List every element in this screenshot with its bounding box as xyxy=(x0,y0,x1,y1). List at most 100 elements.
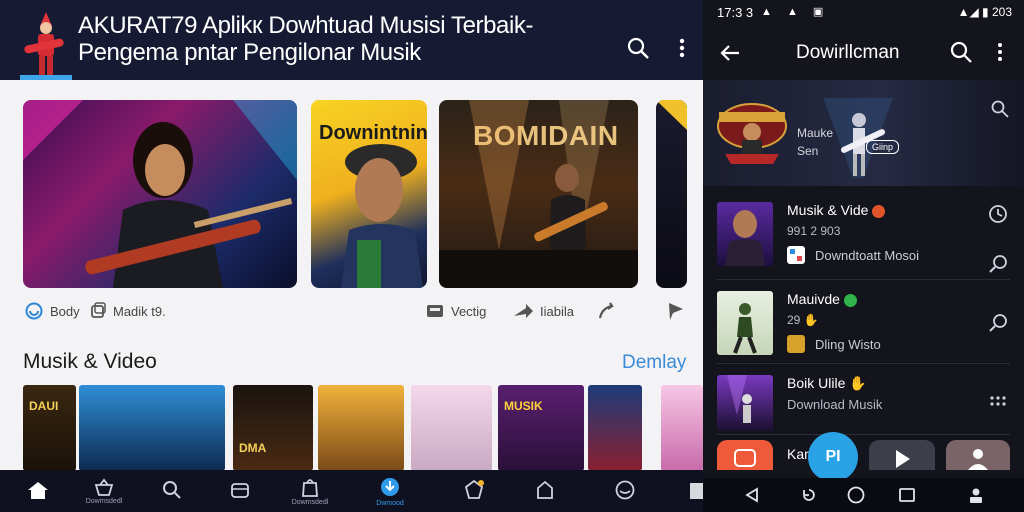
search-icon[interactable] xyxy=(626,36,650,60)
action-row: Body Madik t9. Vectig Iiabila xyxy=(0,298,703,324)
account-icon[interactable] xyxy=(967,486,985,504)
app-logo-icon xyxy=(787,246,805,264)
item-thumbnail xyxy=(717,291,773,355)
singer-thumbnail-icon xyxy=(725,210,765,266)
chat-icon xyxy=(615,480,635,500)
nav-downloaded[interactable]: Dwmood xyxy=(354,470,426,512)
home-outline-icon xyxy=(537,480,553,499)
page-title: AKURAT79 Aplikк Dowhtuad Musisi Terbaik-… xyxy=(78,12,534,66)
action-vectig[interactable]: Vectig xyxy=(425,298,486,324)
nav-label: Dowmsdedl xyxy=(291,498,329,506)
back-arrow-icon[interactable] xyxy=(719,42,741,64)
badge-icon xyxy=(464,479,484,499)
action-label: Iiabila xyxy=(540,303,574,319)
featured-card-concert[interactable]: BOMIDAIN xyxy=(439,100,638,288)
status-bar: 17:3 3 ▲ ▲ ▣ ▲◢ ▮ 203 xyxy=(703,0,1024,24)
band-emblem-icon xyxy=(717,103,787,164)
profile-button[interactable] xyxy=(946,440,1010,470)
partial-card-image xyxy=(656,100,687,130)
guitarist-image xyxy=(23,100,297,288)
search-icon[interactable] xyxy=(991,100,1009,118)
status-dot-icon xyxy=(843,293,857,307)
item-thumbnail xyxy=(717,202,773,266)
action-madik[interactable]: Madik t9. xyxy=(89,298,166,324)
bag-icon xyxy=(302,478,318,497)
item-thumbnail xyxy=(717,375,773,431)
thumbnail[interactable]: MUSIK xyxy=(498,385,584,471)
app-root: AKURAT79 Aplikк Dowhtuad Musisi Terbaik-… xyxy=(0,0,1024,512)
thumbnail[interactable]: DMA xyxy=(233,385,313,471)
basket-icon xyxy=(94,478,114,496)
nav-chat[interactable] xyxy=(589,470,661,512)
overview-icon[interactable] xyxy=(898,486,916,504)
thumbnail-text: DMA xyxy=(239,441,267,455)
list-divider xyxy=(717,363,1010,364)
thumbnail[interactable] xyxy=(588,385,642,471)
home-nav-icon[interactable] xyxy=(847,486,865,504)
action-label: Vectig xyxy=(451,303,487,319)
nav-download[interactable]: Dowmsdedl xyxy=(68,470,140,512)
search-icon[interactable] xyxy=(950,41,972,63)
section-more-link[interactable]: Demlay xyxy=(622,352,686,374)
nav-label: Dwmood xyxy=(376,499,404,507)
action-flag[interactable] xyxy=(666,298,686,324)
status-dot-icon xyxy=(872,204,886,218)
more-horiz-icon[interactable] xyxy=(988,391,1008,411)
banner-tag: Giinp xyxy=(866,140,900,154)
reply-icon xyxy=(598,302,614,319)
nav-home-outline[interactable] xyxy=(509,470,581,512)
list-divider xyxy=(717,434,1010,435)
clock-icon[interactable] xyxy=(988,204,1008,224)
more-vert-icon[interactable] xyxy=(670,36,694,60)
more-vert-icon[interactable] xyxy=(995,41,1005,63)
thumbnail[interactable] xyxy=(661,385,703,471)
back-nav-icon[interactable] xyxy=(743,486,761,504)
nav-bag[interactable]: Dowmsdedl xyxy=(274,470,346,512)
thumbnail[interactable]: DAUI xyxy=(23,385,76,471)
nav-overflow-icon[interactable] xyxy=(690,483,703,499)
status-notification-icons: ▲ ▲ ▣ xyxy=(761,6,830,18)
play-button[interactable] xyxy=(869,440,935,470)
item-title-text: Mauivde xyxy=(787,291,840,307)
guitarist-silhouette-icon xyxy=(823,98,893,178)
recent-apps-icon[interactable] xyxy=(800,486,818,504)
featured-card-guitarist[interactable] xyxy=(23,100,297,288)
camera-button[interactable] xyxy=(717,440,773,470)
nav-badge[interactable] xyxy=(438,470,510,512)
screen-title: Dowirllcman xyxy=(796,42,900,63)
nav-box[interactable] xyxy=(204,470,276,512)
item-source: Dling Wisto xyxy=(815,337,881,352)
nav-home[interactable] xyxy=(2,470,74,512)
action-body[interactable]: Body xyxy=(24,298,80,324)
list-divider xyxy=(717,279,1010,280)
list-item[interactable]: Musik & Vide 991 2 903 Downdtoatt Mosoi xyxy=(703,194,1024,280)
action-iiabila[interactable]: Iiabila xyxy=(512,298,574,324)
search-icon xyxy=(163,481,181,499)
nav-search[interactable] xyxy=(136,470,208,512)
right-phone-screen: 17:3 3 ▲ ▲ ▣ ▲◢ ▮ 203 Dowirllcman Mauke … xyxy=(703,0,1024,512)
box-icon xyxy=(231,483,249,498)
guitarist-logo-icon xyxy=(20,12,72,80)
status-time: 17:3 3 xyxy=(717,5,754,20)
thumbnail[interactable] xyxy=(411,385,492,471)
item-meta: 991 2 903 xyxy=(787,224,841,238)
item-meta-text: 29 xyxy=(787,313,804,327)
download-fab[interactable]: PI xyxy=(808,432,858,482)
featured-card-partial[interactable] xyxy=(656,100,687,288)
item-meta: 29 ✋ xyxy=(787,313,819,327)
video-thumbnail-row: DAUI DMA MUSIK xyxy=(0,385,703,471)
thumbnail[interactable] xyxy=(318,385,404,471)
bottom-nav: Dowmsdedl Dowmsdedl Dwmood xyxy=(0,470,703,512)
list-item[interactable]: Mauivde 29 ✋ Dling Wisto xyxy=(703,283,1024,369)
action-label: Madik t9. xyxy=(113,303,166,319)
search-icon[interactable] xyxy=(988,254,1008,274)
featured-banner[interactable]: Mauke Sen Giinp xyxy=(703,80,1024,186)
action-reply[interactable] xyxy=(596,298,616,324)
search-icon[interactable] xyxy=(988,313,1008,333)
item-title: Musik & Vide xyxy=(787,202,886,218)
concert-image xyxy=(439,100,638,288)
camera-icon xyxy=(734,449,756,467)
nav-label: Dowmsdedl xyxy=(85,497,123,505)
thumbnail[interactable] xyxy=(79,385,225,471)
featured-card-download[interactable]: Downintnin xyxy=(311,100,427,288)
